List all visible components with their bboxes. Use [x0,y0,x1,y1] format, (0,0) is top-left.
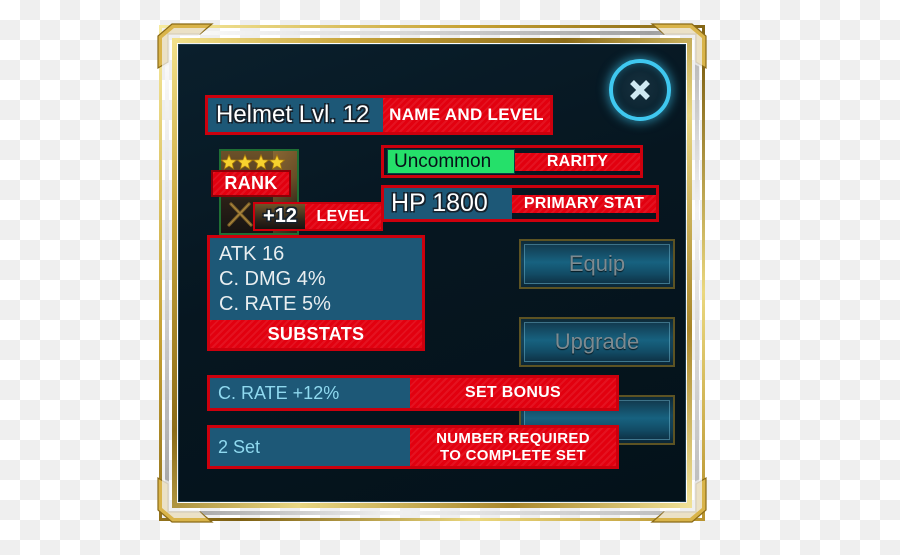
ornate-window-frame: Helmet Lvl. 12 NAME AND LEVEL RANK +12 L… [157,23,707,523]
close-x-icon [630,80,650,100]
set-count-annotation: NUMBER REQUIRED TO COMPLETE SET [410,428,616,466]
set-count-annotation-line1: NUMBER REQUIRED [436,430,590,447]
screenshot-stage: Helmet Lvl. 12 NAME AND LEVEL RANK +12 L… [0,0,900,555]
level-annotation: LEVEL [305,204,381,229]
star-icon [269,154,285,170]
list-item: C. RATE 5% [219,293,331,315]
name-and-level-row: Helmet Lvl. 12 NAME AND LEVEL [205,95,553,135]
item-name-value: Helmet Lvl. 12 [208,98,383,132]
set-count-value: 2 Set [210,428,410,466]
level-row: +12 LEVEL [253,202,383,231]
substats-annotation: SUBSTATS [210,320,422,348]
substats-block: ATK 16 C. DMG 4% C. RATE 5% SUBSTATS [207,235,425,351]
upgrade-button-face: Upgrade [524,322,670,362]
upgrade-button[interactable]: Upgrade [519,317,675,367]
primary-stat-value: HP 1800 [384,188,512,219]
primary-stat-row: HP 1800 PRIMARY STAT [381,185,659,222]
upgrade-button-label: Upgrade [554,329,640,354]
set-count-annotation-line2: TO COMPLETE SET [440,447,586,464]
set-count-row: 2 Set NUMBER REQUIRED TO COMPLETE SET [207,425,619,469]
rank-annotation: RANK [211,170,291,197]
name-and-level-annotation: NAME AND LEVEL [383,98,550,132]
close-button[interactable] [609,59,671,121]
star-icon [221,154,237,170]
item-detail-panel: Helmet Lvl. 12 NAME AND LEVEL RANK +12 L… [178,44,686,502]
primary-stat-annotation: PRIMARY STAT [512,194,656,213]
rarity-annotation: RARITY [515,152,640,171]
equip-button-label: Equip [568,251,626,276]
list-item: ATK 16 [219,243,285,265]
set-bonus-row: C. RATE +12% SET BONUS [207,375,619,411]
substats-list: ATK 16 C. DMG 4% C. RATE 5% [210,238,422,320]
set-bonus-value: C. RATE +12% [210,378,410,408]
star-icon [237,154,253,170]
star-icon [253,154,269,170]
level-value: +12 [255,204,305,229]
equip-button[interactable]: Equip [519,239,675,289]
set-bonus-annotation: SET BONUS [410,378,616,408]
rarity-row: Uncommon RARITY [381,145,643,178]
crossed-swords-icon [227,202,253,227]
rarity-value: Uncommon [387,149,515,174]
list-item: C. DMG 4% [219,268,326,290]
equip-button-face: Equip [524,244,670,284]
